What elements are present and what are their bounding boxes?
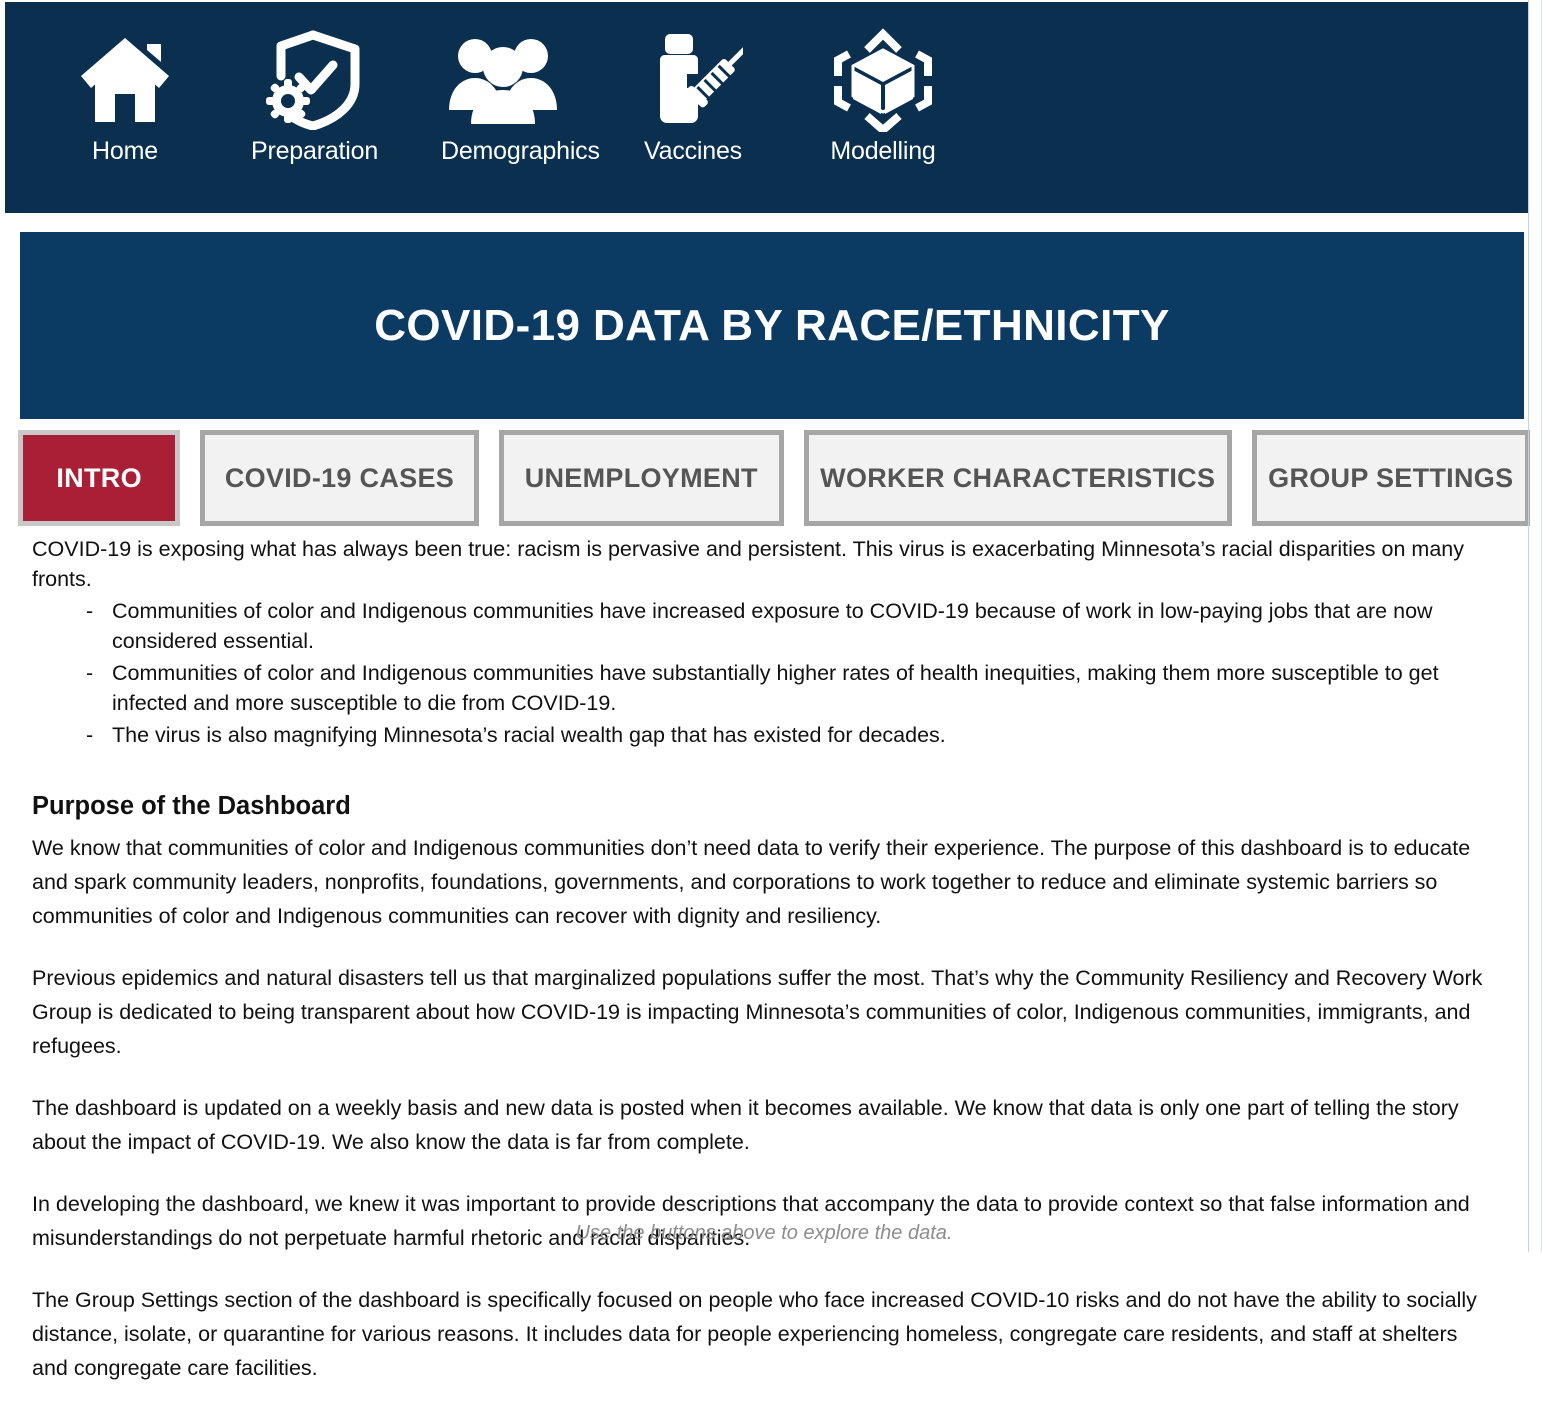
tab-group-settings[interactable]: GROUP SETTINGS: [1251, 430, 1530, 526]
nav-item-preparation[interactable]: Preparation: [251, 28, 379, 166]
nav-item-label: Demographics: [441, 137, 600, 165]
tab-label: UNEMPLOYMENT: [524, 462, 758, 493]
tab-label: COVID-19 CASES: [224, 462, 455, 493]
purpose-paragraph-2: Previous epidemics and natural disasters…: [32, 966, 1483, 1058]
purpose-paragraph-1: We know that communities of color and In…: [32, 836, 1471, 928]
tab-worker-characteristics[interactable]: WORKER CHARACTERISTICS: [803, 430, 1232, 526]
list-item: - Communities of color and Indigenous co…: [60, 596, 1496, 656]
top-navigation-bar: Home Preparation Demographics Vaccines M…: [5, 2, 1528, 213]
purpose-paragraph-5: The Group Settings section of the dashbo…: [32, 1288, 1477, 1380]
nav-item-home[interactable]: Home: [63, 28, 187, 166]
tab-label: GROUP SETTINGS: [1268, 462, 1514, 493]
bullet-marker: -: [86, 661, 94, 685]
bullet-marker: -: [86, 599, 94, 623]
tab-unemployment[interactable]: UNEMPLOYMENT: [498, 430, 784, 526]
nav-item-label: Preparation: [251, 137, 379, 165]
intro-content: COVID-19 is exposing what has always bee…: [0, 534, 1528, 1411]
intro-lead-paragraph: COVID-19 is exposing what has always bee…: [32, 537, 1464, 591]
nav-item-label: Modelling: [830, 137, 936, 165]
nav-item-label: Home: [92, 137, 158, 165]
tab-label: WORKER CHARACTERISTICS: [820, 462, 1216, 493]
list-item-text: The virus is also magnifying Minnesota’s…: [112, 723, 946, 747]
nav-item-list: Home Preparation Demographics Vaccines M…: [5, 2, 1528, 166]
page-title: COVID-19 DATA BY RACE/ETHNICITY: [374, 300, 1170, 350]
footer-hint: Use the buttons above to explore the dat…: [575, 1222, 953, 1244]
nav-item-modelling[interactable]: Modelling: [821, 28, 945, 166]
bullet-marker: -: [86, 723, 94, 747]
tab-label: INTRO: [56, 462, 142, 493]
list-item: - The virus is also magnifying Minnesota…: [60, 720, 1496, 750]
purpose-paragraph-3: The dashboard is updated on a weekly bas…: [32, 1096, 1459, 1154]
intro-bullet-list: - Communities of color and Indigenous co…: [32, 596, 1496, 750]
tab-bar: INTRO COVID-19 CASES UNEMPLOYMENT WORKER…: [18, 430, 1530, 526]
people-group-icon: [441, 28, 565, 132]
list-item-text: Communities of color and Indigenous comm…: [112, 599, 1433, 653]
nav-item-vaccines[interactable]: Vaccines: [631, 28, 755, 166]
vaccine-syringe-bottle-icon: [631, 28, 755, 132]
title-banner: COVID-19 DATA BY RACE/ETHNICITY: [20, 232, 1524, 419]
page-right-edge: [1528, 0, 1529, 1252]
shield-check-virus-icon: [251, 28, 375, 132]
list-item: - Communities of color and Indigenous co…: [60, 658, 1496, 718]
list-item-text: Communities of color and Indigenous comm…: [112, 661, 1439, 715]
nav-item-demographics[interactable]: Demographics: [441, 28, 600, 166]
nav-item-label: Vaccines: [644, 137, 742, 165]
section-heading-purpose: Purpose of the Dashboard: [32, 792, 351, 820]
tab-covid-19-cases[interactable]: COVID-19 CASES: [200, 430, 479, 526]
cube-model-icon: [821, 28, 945, 132]
home-icon: [63, 28, 187, 132]
tab-intro[interactable]: INTRO: [18, 430, 181, 526]
